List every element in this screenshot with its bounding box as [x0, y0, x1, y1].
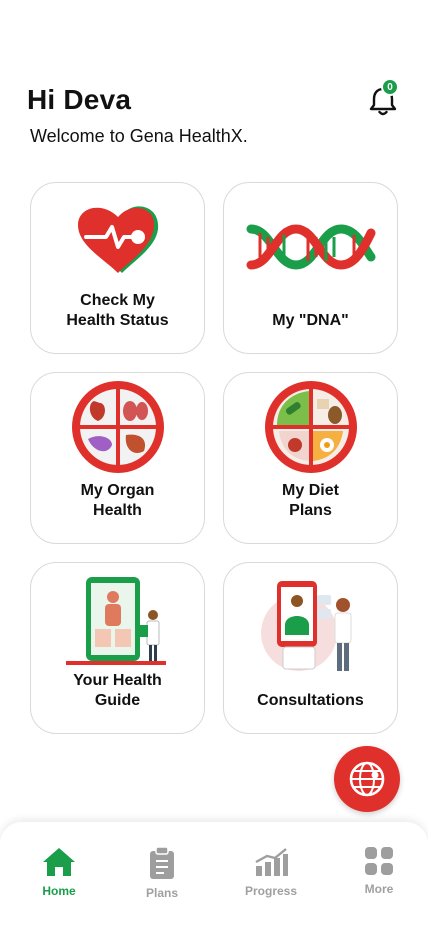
card-organ-health[interactable]: My Organ Health — [30, 372, 205, 544]
nav-more-label: More — [364, 882, 394, 896]
notification-badge: 0 — [381, 78, 399, 96]
card-label: Consultations — [257, 692, 364, 709]
nav-home-label: Home — [42, 884, 76, 898]
fab-globe-button[interactable] — [334, 746, 400, 812]
card-label: Your Health Guide — [73, 672, 162, 709]
doctor-screen-icon — [65, 577, 166, 665]
grid-icon — [365, 847, 393, 875]
clipboard-icon — [150, 846, 174, 879]
bottom-navigation: Home Plans Progress More — [0, 822, 428, 926]
card-label: My Diet Plans — [282, 482, 339, 519]
consultation-icon — [260, 581, 351, 671]
nav-home[interactable]: Home — [19, 846, 99, 898]
organs-plate-icon — [71, 381, 164, 473]
header: Hi Deva — [27, 84, 401, 116]
card-label: My Organ Health — [80, 482, 155, 519]
nav-plans-label: Plans — [145, 886, 178, 900]
greeting-title: Hi Deva — [27, 84, 132, 115]
nav-progress[interactable]: Progress — [231, 846, 311, 898]
nav-progress-label: Progress — [244, 884, 298, 898]
nav-plans[interactable]: Plans — [122, 846, 202, 900]
bar-chart-icon — [255, 848, 288, 876]
card-label: Check My Health Status — [66, 292, 169, 329]
card-diet-plans[interactable]: My Diet Plans — [223, 372, 398, 544]
radar-globe-icon — [349, 761, 385, 797]
card-consultations[interactable]: Consultations — [223, 562, 398, 734]
card-health-status[interactable]: Check My Health Status — [30, 182, 205, 354]
home-icon — [43, 848, 75, 876]
dna-icon — [246, 224, 375, 270]
card-health-guide[interactable]: Your Health Guide — [30, 562, 205, 734]
welcome-text: Welcome to Gena HealthX. — [30, 126, 248, 146]
nav-more[interactable]: More — [339, 846, 419, 896]
heart-pulse-icon — [77, 206, 158, 273]
card-label: My "DNA" — [272, 312, 349, 329]
diet-plate-icon — [264, 381, 357, 473]
card-dna[interactable]: My "DNA" — [223, 182, 398, 354]
